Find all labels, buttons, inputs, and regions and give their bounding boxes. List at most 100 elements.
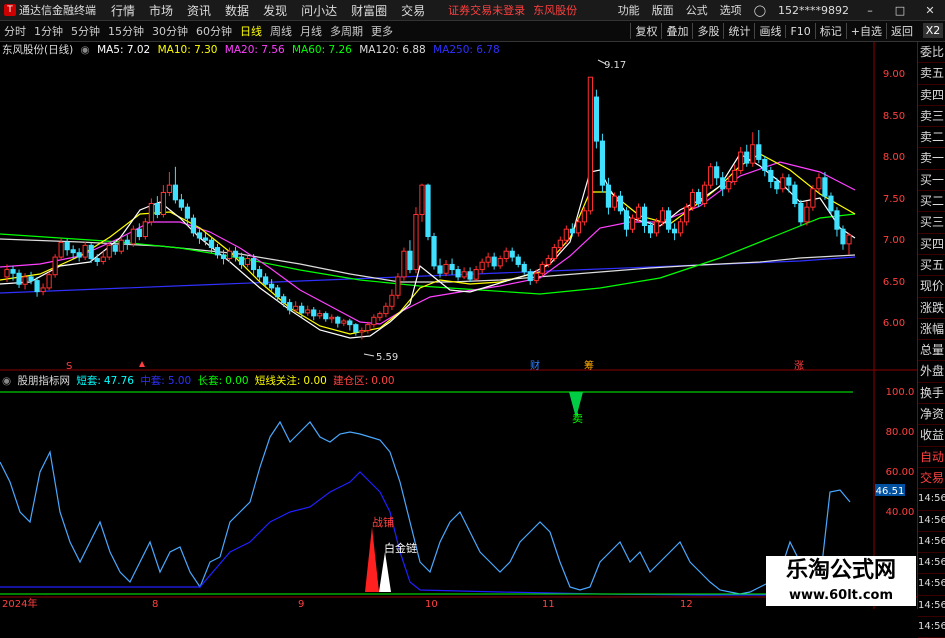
- chart-area[interactable]: 9.00 8.50 8.00 7.50 7.00 6.50 6.00 100.0…: [0, 42, 917, 609]
- candle-body[interactable]: [744, 151, 750, 164]
- candle-body[interactable]: [690, 191, 696, 208]
- candle-body[interactable]: [786, 177, 792, 186]
- candle-body[interactable]: [118, 239, 124, 252]
- candle-body[interactable]: [94, 258, 100, 262]
- candle-body[interactable]: [226, 250, 233, 260]
- candle-body[interactable]: [377, 313, 383, 318]
- candle-body[interactable]: [804, 206, 810, 223]
- tab-multi-period[interactable]: 多周期: [326, 23, 367, 39]
- candle-body[interactable]: [244, 258, 251, 265]
- restore-rights-button[interactable]: 复权: [630, 23, 661, 39]
- candle-body[interactable]: [353, 324, 359, 333]
- candle-body[interactable]: [810, 188, 816, 208]
- login-alert[interactable]: 证券交易未登录: [448, 2, 525, 18]
- candle-body[interactable]: [299, 305, 305, 314]
- menu-layout[interactable]: 版面: [646, 2, 680, 18]
- candle-body[interactable]: [696, 191, 702, 204]
- candle-body[interactable]: [142, 221, 148, 238]
- candle-body[interactable]: [190, 217, 197, 234]
- tab-5min[interactable]: 5分钟: [67, 23, 104, 39]
- candle-body[interactable]: [16, 272, 22, 285]
- candle-body[interactable]: [461, 271, 467, 278]
- candle-body[interactable]: [401, 250, 407, 278]
- order-book-cell[interactable]: 卖一: [918, 148, 945, 170]
- candle-body[interactable]: [172, 184, 179, 201]
- candle-body[interactable]: [467, 271, 473, 280]
- candle-body[interactable]: [58, 241, 64, 258]
- menu-market[interactable]: 市场: [142, 2, 180, 19]
- statistics-button[interactable]: 统计: [723, 23, 754, 39]
- order-book-cell[interactable]: 卖五: [918, 63, 945, 85]
- menu-quotes[interactable]: 行情: [104, 2, 142, 19]
- candle-body[interactable]: [780, 177, 786, 190]
- candle-body[interactable]: [816, 177, 822, 190]
- candle-body[interactable]: [533, 272, 539, 282]
- order-book-cell[interactable]: 总量: [918, 340, 945, 362]
- candle-body[interactable]: [317, 313, 323, 317]
- candle-body[interactable]: [184, 206, 191, 219]
- candle-body[interactable]: [341, 320, 347, 324]
- f10-button[interactable]: F10: [785, 24, 814, 38]
- user-icon[interactable]: ◯: [748, 4, 772, 17]
- candle-body[interactable]: [232, 250, 239, 258]
- back-button[interactable]: 返回: [886, 23, 917, 39]
- tab-60min[interactable]: 60分钟: [192, 23, 236, 39]
- order-book-cell[interactable]: 买四: [918, 234, 945, 255]
- candle-body[interactable]: [714, 166, 720, 179]
- candle-body[interactable]: [425, 184, 431, 238]
- order-book-cell[interactable]: 现价: [918, 276, 945, 298]
- overlay-button[interactable]: 叠加: [661, 23, 692, 39]
- candle-body[interactable]: [293, 305, 299, 311]
- order-book-cell[interactable]: 换手: [918, 383, 945, 405]
- candle-body[interactable]: [437, 265, 443, 274]
- candle-body[interactable]: [641, 206, 648, 227]
- candle-body[interactable]: [798, 202, 804, 223]
- order-book-cell[interactable]: 买二: [918, 191, 945, 213]
- order-book-cell[interactable]: 卖三: [918, 106, 945, 128]
- candle-body[interactable]: [82, 244, 88, 258]
- candle-body[interactable]: [822, 177, 828, 197]
- candle-body[interactable]: [256, 269, 263, 278]
- order-book-cell[interactable]: 收益: [918, 425, 945, 447]
- candle-body[interactable]: [473, 269, 479, 280]
- candle-body[interactable]: [762, 158, 768, 171]
- candle-body[interactable]: [136, 228, 142, 238]
- candle-body[interactable]: [335, 316, 341, 324]
- candle-body[interactable]: [10, 269, 16, 274]
- candle-body[interactable]: [659, 210, 666, 223]
- menu-function[interactable]: 功能: [612, 2, 646, 18]
- candle-body[interactable]: [581, 210, 587, 223]
- minimize-icon[interactable]: –: [855, 4, 885, 17]
- candle-body[interactable]: [46, 274, 52, 289]
- tab-intraday[interactable]: 分时: [0, 23, 30, 39]
- candle-body[interactable]: [88, 244, 94, 260]
- candle-body[interactable]: [4, 269, 10, 278]
- candle-body[interactable]: [76, 252, 82, 258]
- candle-body[interactable]: [617, 195, 624, 212]
- candle-body[interactable]: [611, 195, 618, 208]
- candle-body[interactable]: [407, 250, 413, 271]
- candle-body[interactable]: [653, 221, 660, 234]
- candle-body[interactable]: [665, 210, 672, 230]
- order-book-cell[interactable]: 涨幅: [918, 319, 945, 341]
- candle-body[interactable]: [503, 250, 509, 260]
- candle-body[interactable]: [732, 169, 738, 182]
- candle-body[interactable]: [275, 287, 281, 298]
- menu-data[interactable]: 数据: [218, 2, 256, 19]
- candle-body[interactable]: [148, 202, 154, 223]
- candle-body[interactable]: [569, 228, 575, 234]
- candle-body[interactable]: [196, 232, 203, 239]
- candle-body[interactable]: [491, 256, 497, 267]
- menu-wealth[interactable]: 财富圈: [344, 2, 394, 19]
- candle-body[interactable]: [112, 244, 118, 252]
- multi-stock-button[interactable]: 多股: [692, 23, 723, 39]
- candle-body[interactable]: [178, 199, 185, 208]
- order-book-cell[interactable]: 委比: [918, 42, 945, 64]
- candle-body[interactable]: [521, 263, 527, 273]
- candle-body[interactable]: [40, 287, 46, 293]
- candle-body[interactable]: [413, 214, 419, 271]
- tab-more[interactable]: 更多: [367, 23, 397, 39]
- candle-body[interactable]: [497, 258, 503, 267]
- candle-body[interactable]: [840, 228, 846, 245]
- candle-body[interactable]: [70, 249, 76, 254]
